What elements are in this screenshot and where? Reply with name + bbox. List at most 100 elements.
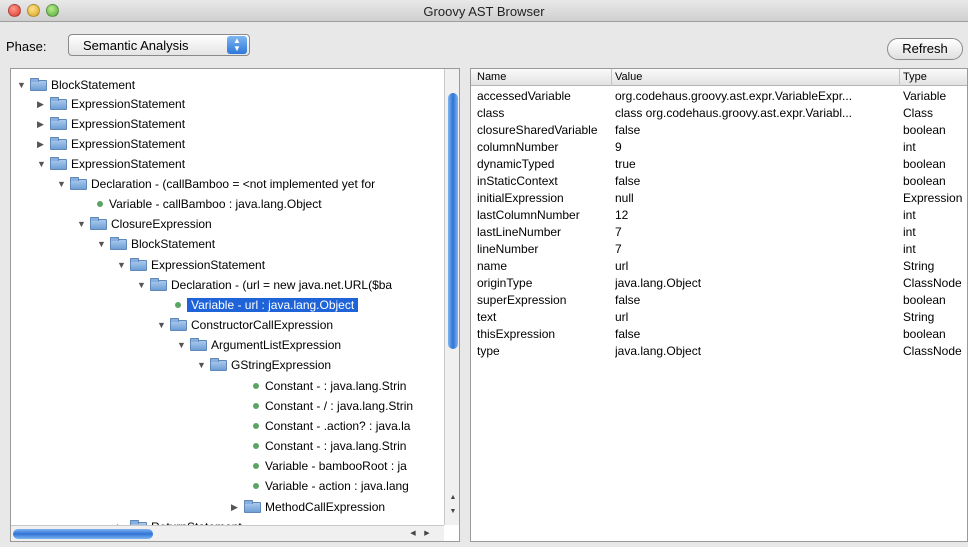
phase-select[interactable]: Semantic Analysis ▲ ▼	[68, 34, 250, 56]
tree-node-leaf[interactable]: Variable - action : java.lang	[251, 476, 409, 496]
cell-type: Expression	[903, 191, 963, 205]
scroll-right-arrow-icon[interactable]: ▶	[421, 526, 433, 541]
folder-icon	[50, 137, 67, 150]
tree-node-label: GStringExpression	[231, 358, 332, 372]
disclosure-expanded-icon[interactable]: ▼	[57, 174, 67, 194]
cell-type: boolean	[903, 327, 946, 341]
table-row[interactable]: lastLineNumber 7 int	[471, 224, 967, 241]
folder-icon	[70, 177, 87, 190]
tree-node[interactable]: ▶ MethodCallExpression	[231, 497, 385, 517]
tree-node-label: Variable - bambooRoot : ja	[265, 459, 407, 473]
table-row[interactable]: initialExpression null Expression	[471, 190, 967, 207]
cell-value: false	[615, 174, 641, 188]
tree-node[interactable]: ▶ ExpressionStatement	[37, 114, 185, 134]
tree-node[interactable]: ▶ ExpressionStatement	[37, 134, 185, 154]
disclosure-expanded-icon[interactable]: ▼	[197, 355, 207, 375]
tree-node-label: ExpressionStatement	[71, 97, 186, 111]
cell-value: false	[615, 293, 641, 307]
tree-node-leaf[interactable]: Variable - callBamboo : java.lang.Object	[95, 194, 322, 214]
column-header-name[interactable]: Name	[477, 71, 506, 86]
tree-node-leaf[interactable]: Constant - : java.lang.Strin	[251, 376, 406, 396]
folder-icon	[50, 117, 67, 130]
cell-name: lastColumnNumber	[477, 208, 580, 222]
table-row[interactable]: type java.lang.Object ClassNode	[471, 343, 967, 360]
tree-node[interactable]: ▼ ExpressionStatement	[37, 154, 185, 174]
disclosure-expanded-icon[interactable]: ▼	[177, 335, 187, 355]
tree-node[interactable]: ▼ Declaration - (callBamboo = <not implem…	[57, 174, 375, 194]
tree-node[interactable]: ▼ ConstructorCallExpression	[157, 315, 333, 335]
tree-horizontal-scrollbar[interactable]: ◀ ▶	[11, 525, 444, 541]
disclosure-expanded-icon[interactable]: ▼	[117, 255, 127, 275]
horizontal-scroll-thumb[interactable]	[13, 529, 153, 539]
table-row[interactable]: thisExpression false boolean	[471, 326, 967, 343]
table-row[interactable]: text url String	[471, 309, 967, 326]
tree-node-label: Variable - action : java.lang	[265, 479, 409, 493]
table-row[interactable]: closureSharedVariable false boolean	[471, 122, 967, 139]
disclosure-collapsed-icon[interactable]: ▶	[37, 94, 47, 114]
tree-node[interactable]: ▼ Declaration - (url = new java.net.URL($…	[137, 275, 392, 295]
tree-node[interactable]: ▼ BlockStatement	[97, 234, 215, 254]
cell-type: boolean	[903, 293, 946, 307]
scroll-up-arrow-icon[interactable]: ▲	[445, 493, 459, 503]
tree-node[interactable]: ▼ BlockStatement	[17, 75, 135, 95]
cell-name: text	[477, 310, 497, 324]
cell-type: String	[903, 259, 935, 273]
vertical-scroll-thumb[interactable]	[448, 93, 458, 349]
cell-type: boolean	[903, 174, 946, 188]
cell-name: name	[477, 259, 508, 273]
table-row[interactable]: superExpression false boolean	[471, 292, 967, 309]
table-row[interactable]: lastColumnNumber 12 int	[471, 207, 967, 224]
disclosure-expanded-icon[interactable]: ▼	[157, 315, 167, 335]
table-row[interactable]: lineNumber 7 int	[471, 241, 967, 258]
leaf-bullet-icon	[253, 383, 259, 389]
cell-name: columnNumber	[477, 140, 559, 154]
column-header-value[interactable]: Value	[615, 71, 642, 86]
tree-node[interactable]: ▼ ArgumentListExpression	[177, 335, 341, 355]
tree-node-leaf[interactable]: Constant - .action? : java.la	[251, 416, 410, 436]
disclosure-expanded-icon[interactable]: ▼	[137, 275, 147, 295]
cell-type: int	[903, 225, 916, 239]
table-row[interactable]: columnNumber 9 int	[471, 139, 967, 156]
column-header-type[interactable]: Type	[903, 71, 927, 86]
disclosure-collapsed-icon[interactable]: ▶	[231, 497, 241, 517]
tree-vertical-scrollbar[interactable]: ▲ ▼	[444, 69, 459, 525]
tree-node-leaf[interactable]: Constant - / : java.lang.Strin	[251, 396, 413, 416]
tree-node-label: ClosureExpression	[111, 217, 212, 231]
tree-node[interactable]: ▼ GStringExpression	[197, 355, 331, 375]
disclosure-expanded-icon[interactable]: ▼	[97, 234, 107, 254]
scroll-down-arrow-icon[interactable]: ▼	[445, 507, 459, 517]
scroll-left-arrow-icon[interactable]: ◀	[407, 526, 419, 541]
table-row[interactable]: accessedVariable org.codehaus.groovy.ast.…	[471, 88, 967, 105]
disclosure-expanded-icon[interactable]: ▼	[37, 154, 47, 174]
table-row[interactable]: inStaticContext false boolean	[471, 173, 967, 190]
cell-type: ClassNode	[903, 276, 962, 290]
tree-node[interactable]: ▶ ExpressionStatement	[37, 94, 185, 114]
tree-node-label: Constant - / : java.lang.Strin	[265, 399, 414, 413]
folder-icon	[50, 157, 67, 170]
cell-type: int	[903, 208, 916, 222]
tree-node-label: BlockStatement	[131, 237, 216, 251]
tree-node-label: ExpressionStatement	[71, 157, 186, 171]
disclosure-collapsed-icon[interactable]: ▶	[37, 114, 47, 134]
tree-node-label: Constant - .action? : java.la	[265, 419, 411, 433]
tree-node[interactable]: ▼ ClosureExpression	[77, 214, 212, 234]
properties-table[interactable]: Name Value Type accessedVariable org.code…	[470, 68, 968, 542]
table-row[interactable]: name url String	[471, 258, 967, 275]
refresh-button[interactable]: Refresh	[887, 38, 963, 60]
disclosure-collapsed-icon[interactable]: ▶	[37, 134, 47, 154]
tree-node-leaf[interactable]: Constant - : java.lang.Strin	[251, 436, 406, 456]
cell-value: url	[615, 310, 629, 324]
table-row[interactable]: class class org.codehaus.groovy.ast.expr.…	[471, 105, 967, 122]
disclosure-expanded-icon[interactable]: ▼	[77, 214, 87, 234]
table-row[interactable]: dynamicTyped true boolean	[471, 156, 967, 173]
tree-node-leaf[interactable]: Variable - bambooRoot : ja	[251, 456, 407, 476]
table-row[interactable]: originType java.lang.Object ClassNode	[471, 275, 967, 292]
tree-node[interactable]: ▼ ExpressionStatement	[117, 255, 265, 275]
tree-node-leaf-selected[interactable]: Variable - url : java.lang.Object	[173, 295, 359, 315]
toolbar: Phase: Semantic Analysis ▲ ▼ Refresh	[0, 22, 968, 67]
tree-node-label: Declaration - (url = new java.net.URL($b…	[171, 278, 393, 292]
leaf-bullet-icon	[253, 423, 259, 429]
ast-tree[interactable]: ▼ BlockStatement ▶ ExpressionStatement ▶ Ex…	[10, 68, 460, 542]
disclosure-expanded-icon[interactable]: ▼	[17, 75, 27, 95]
cell-value: false	[615, 123, 641, 137]
